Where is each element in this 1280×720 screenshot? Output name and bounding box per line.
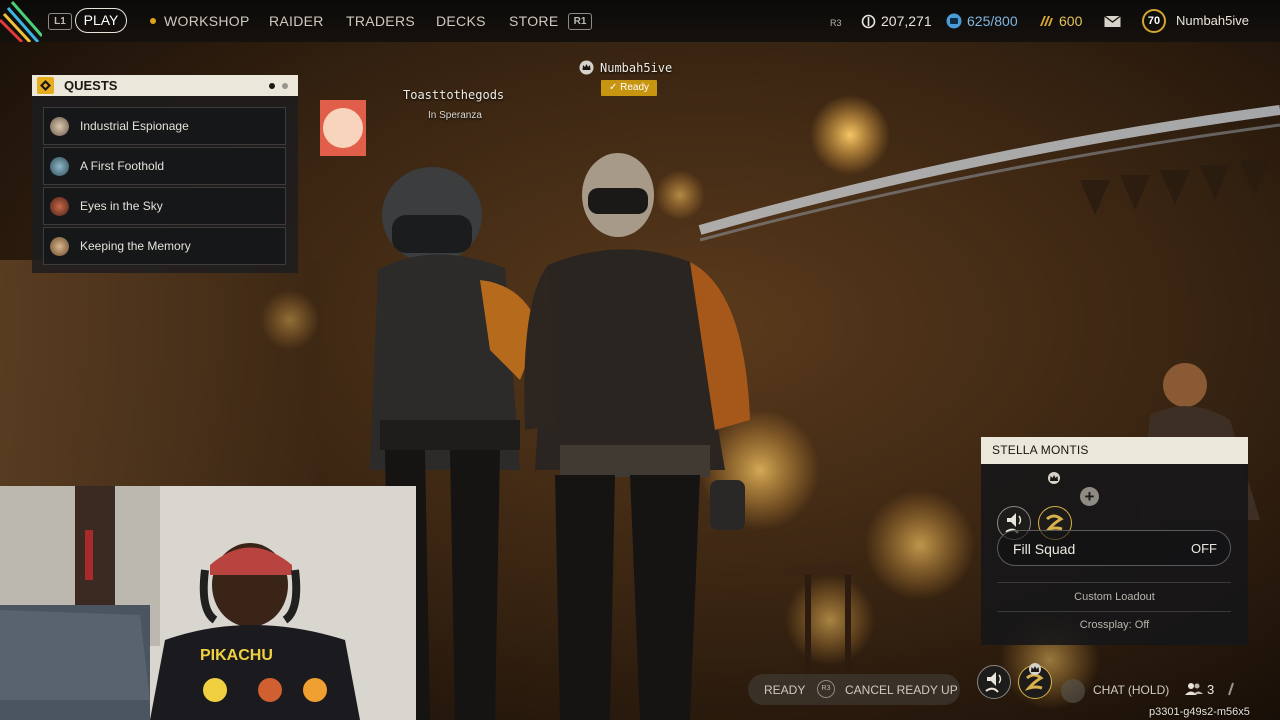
quest-item-keeping-the-memory[interactable]: Keeping the Memory xyxy=(43,227,286,265)
coins-value: 207,271 xyxy=(881,13,932,29)
quest-giver-portrait-icon xyxy=(50,157,69,176)
tokens-balance[interactable]: 600 xyxy=(1038,12,1082,30)
ready-button[interactable]: READY xyxy=(764,683,805,697)
leader-crown-icon xyxy=(1029,663,1041,675)
crown-icon xyxy=(579,60,594,75)
custom-loadout-option[interactable]: Custom Loadout xyxy=(981,591,1248,603)
squad-members-icon xyxy=(1185,683,1203,695)
quest-giver-portrait-icon xyxy=(50,237,69,256)
r3-button-hint: R3 xyxy=(817,680,835,698)
svg-text:PIKACHU: PIKACHU xyxy=(200,647,273,664)
tab-workshop-label: WORKSHOP xyxy=(164,13,250,29)
storage-value: 625/800 xyxy=(967,13,1018,29)
quest-item-industrial-espionage[interactable]: Industrial Espionage xyxy=(43,107,286,145)
quest-label: Eyes in the Sky xyxy=(80,199,163,213)
coins-balance[interactable]: 207,271 xyxy=(861,12,932,30)
game-logo-stripes-icon xyxy=(0,1,42,42)
plus-icon: + xyxy=(1084,487,1095,506)
tab-store[interactable]: STORE xyxy=(509,12,558,30)
quests-list: Industrial Espionage A First Foothold Ey… xyxy=(32,96,298,273)
quest-giver-portrait-icon xyxy=(50,117,69,136)
r3-button-hint: R3 xyxy=(830,18,842,28)
chat-hold-button[interactable]: CHAT (HOLD) xyxy=(1093,683,1169,697)
divider xyxy=(997,582,1231,583)
r1-button-hint: R1 xyxy=(568,13,592,30)
l1-button-hint: L1 xyxy=(48,13,72,30)
quest-label: Industrial Espionage xyxy=(80,119,189,133)
squad-header: STELLA MONTIS xyxy=(981,437,1248,464)
quests-page-dot-active[interactable] xyxy=(269,83,275,89)
quest-item-a-first-foothold[interactable]: A First Foothold xyxy=(43,147,286,185)
leader-name: Numbah5ive xyxy=(600,61,673,75)
quests-panel: QUESTS Industrial Espionage A First Foot… xyxy=(32,75,298,273)
tab-decks[interactable]: DECKS xyxy=(436,12,486,30)
tokens-icon xyxy=(1040,16,1053,26)
fill-squad-toggle[interactable]: Fill Squad OFF xyxy=(997,530,1231,566)
quest-label: A First Foothold xyxy=(80,159,165,173)
mail-icon[interactable] xyxy=(1104,14,1121,28)
map-name: STELLA MONTIS xyxy=(992,443,1089,457)
crossplay-option[interactable]: Crossplay: Off xyxy=(981,619,1248,631)
webcam-overlay: PIKACHU xyxy=(0,486,416,720)
tab-play[interactable]: PLAY xyxy=(75,8,127,33)
storage-capacity[interactable]: 625/800 xyxy=(946,12,1018,30)
tab-raider[interactable]: RAIDER xyxy=(269,12,324,30)
teammate-status: In Speranza xyxy=(428,110,482,121)
voice-speaker-slot[interactable] xyxy=(977,665,1011,699)
quest-item-eyes-in-the-sky[interactable]: Eyes in the Sky xyxy=(43,187,286,225)
tab-traders[interactable]: TRADERS xyxy=(346,12,415,30)
ready-status-badge: ✓ Ready xyxy=(601,80,657,96)
quests-title: QUESTS xyxy=(64,78,118,93)
cancel-ready-up-button[interactable]: CANCEL READY UP xyxy=(845,683,958,697)
top-nav-bar: L1 PLAY WORKSHOP RAIDER TRADERS DECKS ST… xyxy=(0,0,1280,42)
info-icon[interactable] xyxy=(1226,681,1236,697)
player-level-badge: 70 xyxy=(1142,9,1166,33)
session-id: p3301-g49s2-m56x5 xyxy=(1149,706,1250,718)
tab-workshop[interactable]: WORKSHOP xyxy=(150,12,250,30)
storage-icon xyxy=(946,13,962,29)
quest-label: Keeping the Memory xyxy=(80,239,191,253)
add-squad-member-button[interactable]: + xyxy=(1080,487,1099,506)
fill-squad-value: OFF xyxy=(1191,541,1217,556)
quest-giver-portrait-icon xyxy=(50,197,69,216)
quests-page-dot[interactable] xyxy=(282,83,288,89)
player-name[interactable]: Numbah5ive xyxy=(1176,12,1249,30)
teammate-name: Toasttothegods xyxy=(403,88,505,102)
chat-stick-icon xyxy=(1061,679,1085,703)
notification-dot-icon xyxy=(150,18,156,24)
ready-status-label: Ready xyxy=(620,82,650,93)
checkmark-icon: ✓ xyxy=(608,82,621,93)
quests-header: QUESTS xyxy=(32,75,298,96)
quest-diamond-icon xyxy=(37,77,54,94)
speaker-icon xyxy=(985,672,1002,693)
squad-member-count: 3 xyxy=(1207,682,1215,697)
divider xyxy=(997,611,1231,612)
coins-icon xyxy=(861,14,876,29)
fill-squad-label: Fill Squad xyxy=(1013,541,1076,557)
tokens-value: 600 xyxy=(1059,13,1083,29)
leader-crown-icon xyxy=(1048,472,1060,484)
